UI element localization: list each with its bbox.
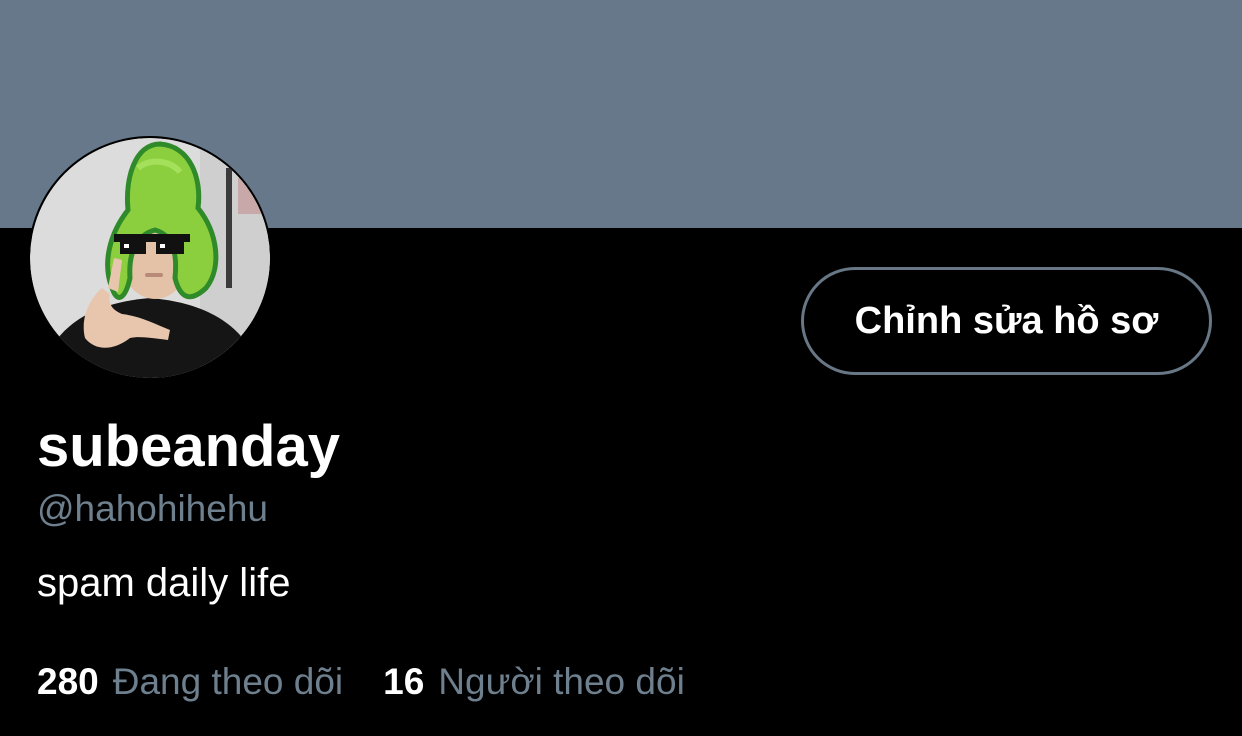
followers-label: Người theo dõi (438, 661, 685, 702)
profile-avatar[interactable] (28, 136, 272, 380)
edit-profile-button[interactable]: Chỉnh sửa hồ sơ (801, 267, 1212, 375)
following-label: Đang theo dõi (112, 661, 344, 702)
following-count: 280 (37, 661, 99, 702)
following-link[interactable]: 280 Đang theo dõi (37, 658, 343, 706)
avatar-image (30, 138, 270, 378)
display-name: subeanday (37, 414, 340, 479)
followers-link[interactable]: 16 Người theo dõi (383, 658, 685, 706)
profile-bio: spam daily life (37, 561, 291, 605)
username-handle: @hahohihehu (37, 488, 268, 529)
followers-count: 16 (383, 661, 425, 702)
follow-stats: 280 Đang theo dõi 16 Người theo dõi (37, 658, 685, 706)
